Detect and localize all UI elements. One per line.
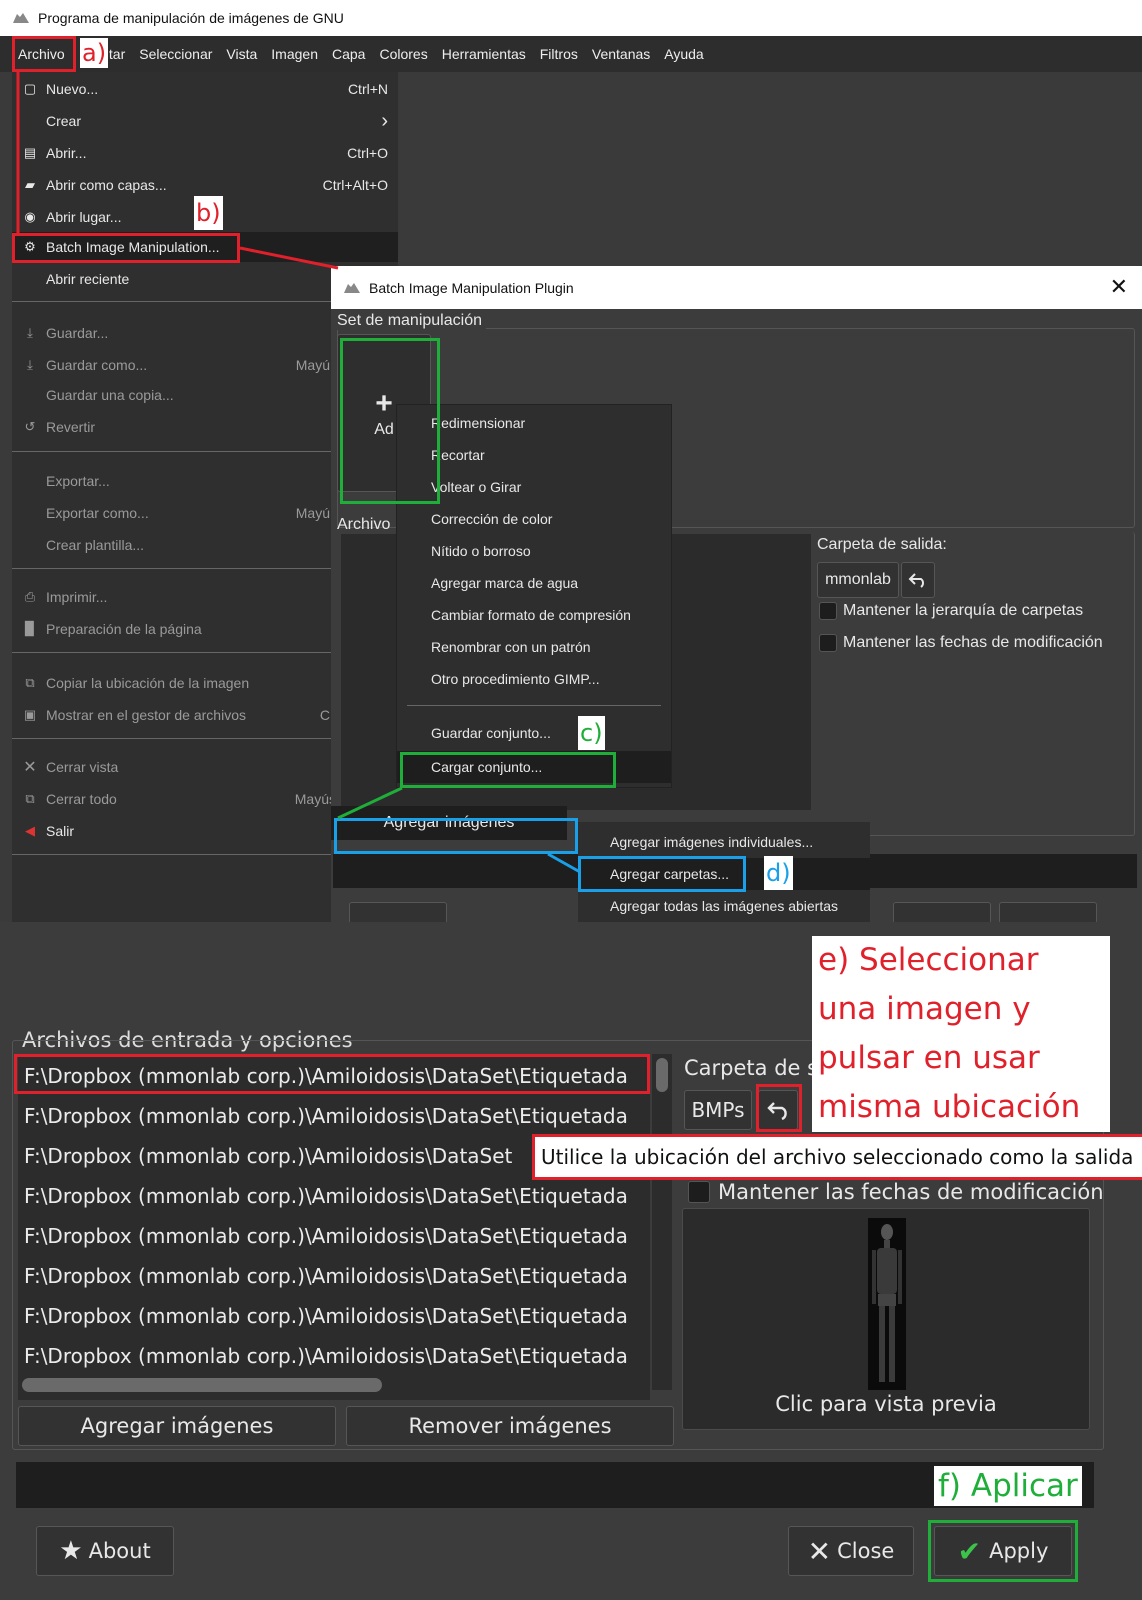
add-images-button-lower[interactable]: Agregar imágenes <box>18 1406 336 1446</box>
file-row[interactable]: F:\Dropbox (mmonlab corp.)\Amiloidosis\D… <box>24 1304 628 1328</box>
file-list-hscroll-thumb[interactable] <box>22 1378 382 1392</box>
annotation-selected-file-box <box>14 1054 650 1094</box>
preview-thumbnail <box>868 1218 906 1390</box>
file-list: F:\Dropbox (mmonlab corp.)\Amiloidosis\D… <box>18 1054 650 1400</box>
output-folder-label-lower: Carpeta de s <box>684 1056 819 1080</box>
file-row[interactable]: F:\Dropbox (mmonlab corp.)\Amiloidosis\D… <box>24 1104 628 1128</box>
annotation-f-box <box>928 1520 1078 1582</box>
about-button[interactable]: ★ About <box>36 1526 174 1576</box>
file-row[interactable]: F:\Dropbox (mmonlab corp.)\Amiloidosis\D… <box>24 1264 628 1288</box>
progress-bar <box>16 1462 1094 1508</box>
close-button[interactable]: ✕ Close <box>788 1526 914 1576</box>
preview-label: Clic para vista previa <box>775 1392 997 1416</box>
keep-dates-row-lower[interactable]: Mantener las fechas de modificación <box>688 1180 1104 1204</box>
output-folder-button-lower[interactable]: BMPs <box>684 1090 752 1130</box>
file-row[interactable]: F:\Dropbox (mmonlab corp.)\Amiloidosis\D… <box>24 1344 628 1368</box>
file-row[interactable]: F:\Dropbox (mmonlab corp.)\Amiloidosis\D… <box>24 1184 628 1208</box>
file-list-vscroll[interactable] <box>652 1054 672 1390</box>
connector-add-d <box>547 852 581 874</box>
connector-c-add <box>337 786 403 820</box>
annotation-e-note: e) Seleccionar una imagen y pulsar en us… <box>812 936 1110 1132</box>
file-list-vscroll-thumb[interactable] <box>656 1058 668 1092</box>
annotation-f: f) Aplicar <box>934 1466 1082 1506</box>
skeleton-scan-image <box>872 1224 902 1382</box>
annotation-e-button-box <box>756 1084 802 1132</box>
star-icon: ★ <box>59 1536 83 1566</box>
file-row[interactable]: F:\Dropbox (mmonlab corp.)\Amiloidosis\D… <box>24 1144 512 1168</box>
remove-images-button[interactable]: Remover imágenes <box>346 1406 674 1446</box>
file-row[interactable]: F:\Dropbox (mmonlab corp.)\Amiloidosis\D… <box>24 1224 628 1248</box>
close-x-icon: ✕ <box>807 1534 832 1568</box>
connector-b-dialog <box>239 246 339 270</box>
keep-dates-checkbox-lower[interactable] <box>688 1181 710 1203</box>
annotation-tooltip-box <box>532 1134 1142 1180</box>
